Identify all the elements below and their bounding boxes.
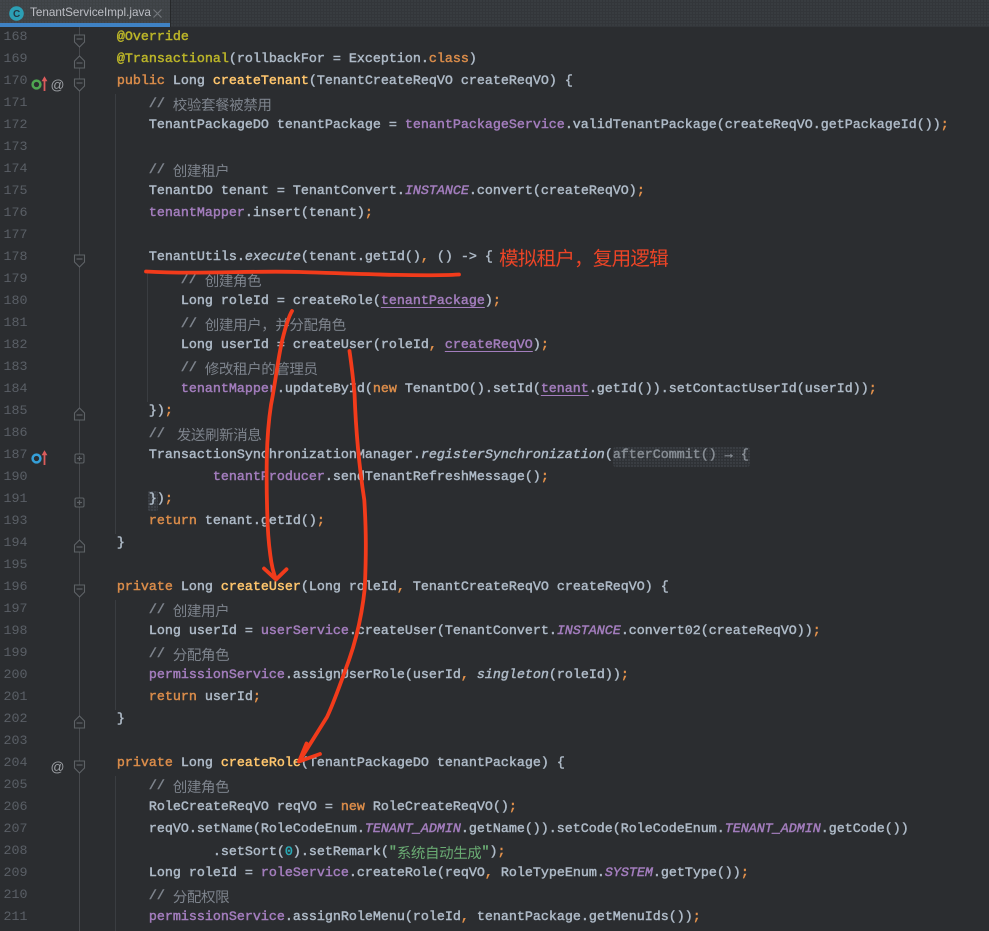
svg-text:C: C — [13, 9, 20, 20]
